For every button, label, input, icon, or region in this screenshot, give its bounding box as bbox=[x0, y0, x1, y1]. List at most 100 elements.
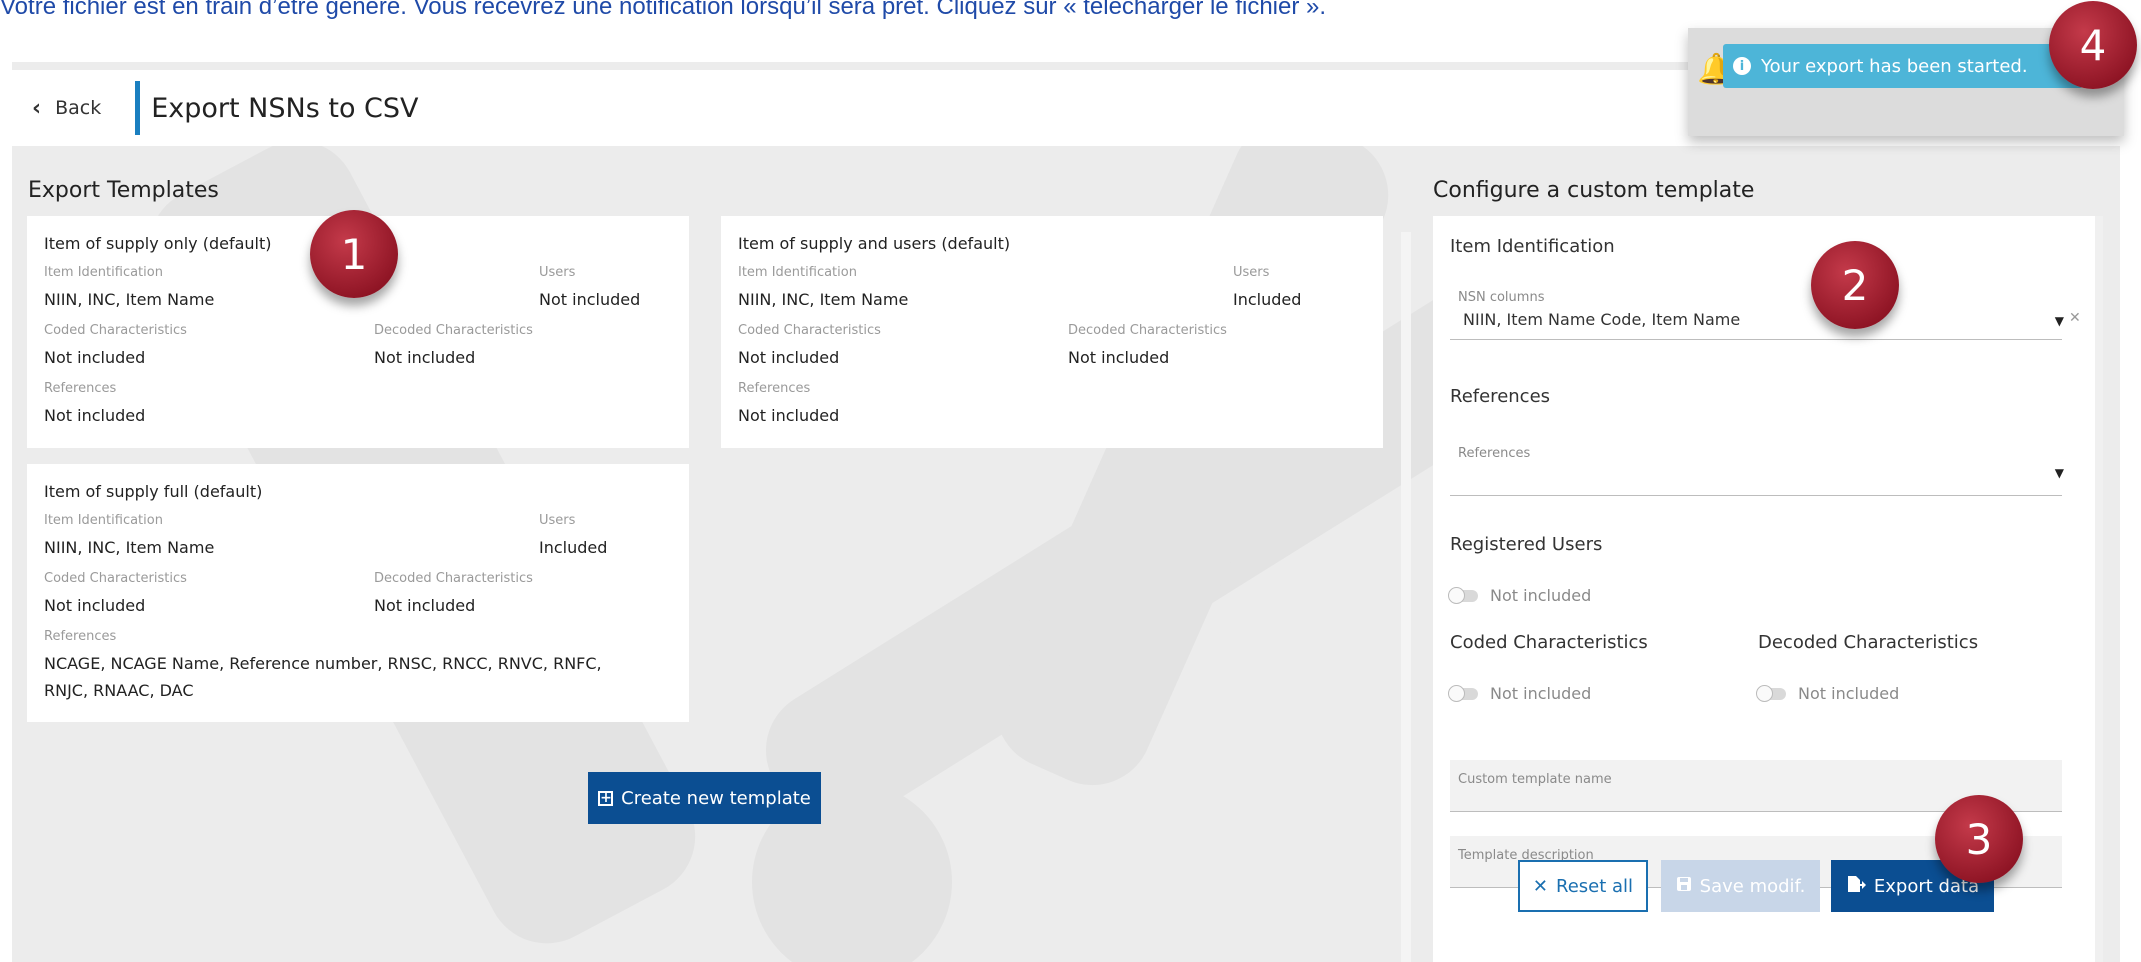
field-value: Included bbox=[1233, 290, 1302, 309]
chevron-left-icon: ‹ bbox=[32, 95, 42, 121]
caret-down-icon[interactable]: ▼ bbox=[2055, 314, 2064, 328]
template-card-title: Item of supply and users (default) bbox=[738, 234, 1011, 253]
reset-all-button[interactable]: ✕ Reset all bbox=[1518, 860, 1648, 912]
field-value: Not included bbox=[738, 406, 840, 425]
users-field: Users Included bbox=[539, 513, 607, 561]
template-card-title: Item of supply full (default) bbox=[44, 482, 263, 501]
field-label: References bbox=[738, 381, 811, 396]
toggle-label: Not included bbox=[1798, 684, 1900, 703]
coded-characteristics-toggle[interactable]: Not included bbox=[1448, 684, 1592, 703]
decoded-characteristics-toggle[interactable]: Not included bbox=[1756, 684, 1900, 703]
custom-template-title: Configure a custom template bbox=[1433, 178, 1755, 203]
field-value: NIIN, INC, Item Name bbox=[738, 290, 909, 309]
decoded-characteristics-field: Decoded Characteristics Not included bbox=[374, 323, 533, 371]
field-label: Users bbox=[539, 265, 576, 280]
create-template-label: Create new template bbox=[621, 787, 811, 809]
references-heading: References bbox=[1450, 386, 1551, 407]
field-label: Users bbox=[1233, 265, 1270, 280]
coded-characteristics-heading: Coded Characteristics bbox=[1450, 632, 1648, 653]
decoded-characteristics-field: Decoded Characteristics Not included bbox=[374, 571, 533, 619]
reset-all-label: Reset all bbox=[1556, 875, 1634, 897]
field-value: NIIN, INC, Item Name bbox=[44, 290, 215, 309]
page-title: Export NSNs to CSV bbox=[151, 92, 419, 124]
coded-characteristics-field: Coded Characteristics Not included bbox=[44, 323, 374, 371]
references-select-label: References bbox=[1458, 446, 1531, 461]
template-card[interactable]: Item of supply and users (default) Item … bbox=[721, 216, 1383, 448]
create-template-button[interactable]: + Create new template bbox=[588, 772, 821, 824]
item-identification-field: Item Identification NIIN, INC, Item Name bbox=[738, 265, 1233, 313]
field-value: Not included bbox=[44, 348, 146, 367]
nsn-columns-label: NSN columns bbox=[1458, 290, 1545, 305]
decoded-characteristics-field: Decoded Characteristics Not included bbox=[1068, 323, 1227, 371]
coded-characteristics-field: Coded Characteristics Not included bbox=[44, 571, 374, 619]
item-identification-heading: Item Identification bbox=[1450, 236, 1615, 257]
save-modif-button[interactable]: Save modif. bbox=[1661, 860, 1820, 912]
file-export-icon bbox=[1846, 875, 1866, 898]
item-identification-field: Item Identification NIIN, INC, Item Name bbox=[44, 513, 539, 561]
panel-scrollbar[interactable] bbox=[2095, 216, 2103, 962]
registered-users-toggle[interactable]: Not included bbox=[1448, 586, 1592, 605]
references-field: References Not included bbox=[44, 381, 145, 429]
callout-badge: 2 bbox=[1811, 241, 1899, 329]
coded-characteristics-field: Coded Characteristics Not included bbox=[738, 323, 1068, 371]
toggle-switch[interactable] bbox=[1448, 586, 1478, 604]
field-label: Decoded Characteristics bbox=[374, 323, 533, 338]
toggle-label: Not included bbox=[1490, 684, 1592, 703]
close-icon: ✕ bbox=[1532, 875, 1549, 897]
panel-divider bbox=[1401, 232, 1411, 962]
references-select[interactable]: References ▼ bbox=[1450, 436, 2064, 496]
nsn-columns-select[interactable]: NSN columns NIIN, Item Name Code, Item N… bbox=[1450, 284, 2064, 340]
callout-badge: 1 bbox=[310, 210, 398, 298]
callout-badge: 3 bbox=[1935, 795, 2023, 883]
field-label: References bbox=[44, 629, 117, 644]
field-label: Decoded Characteristics bbox=[374, 571, 533, 586]
field-label: Item Identification bbox=[738, 265, 857, 280]
users-field: Users Included bbox=[1233, 265, 1301, 313]
callout-badge: 4 bbox=[2049, 1, 2137, 89]
nsn-columns-value: NIIN, Item Name Code, Item Name bbox=[1463, 310, 1741, 329]
back-button[interactable]: ‹ Back bbox=[32, 96, 101, 121]
field-label: References bbox=[44, 381, 117, 396]
field-value: Not included bbox=[374, 348, 476, 367]
decoded-characteristics-heading: Decoded Characteristics bbox=[1758, 632, 1979, 653]
toggle-label: Not included bbox=[1490, 586, 1592, 605]
toggle-switch[interactable] bbox=[1756, 684, 1786, 702]
users-field: Users Not included bbox=[539, 265, 640, 313]
export-started-toast[interactable]: i Your export has been started. bbox=[1723, 44, 2083, 88]
template-name-label: Custom template name bbox=[1458, 772, 1612, 787]
caret-down-icon[interactable]: ▼ bbox=[2055, 466, 2064, 480]
save-icon bbox=[1676, 876, 1692, 897]
field-label: Coded Characteristics bbox=[738, 323, 881, 338]
field-value: NIIN, INC, Item Name bbox=[44, 538, 215, 557]
field-label: Coded Characteristics bbox=[44, 571, 187, 586]
toast-message: Your export has been started. bbox=[1761, 55, 2028, 77]
references-field: References NCAGE, NCAGE Name, Reference … bbox=[44, 629, 624, 704]
app-window: ‹ Back Export NSNs to CSV Export Templat… bbox=[12, 62, 2120, 962]
field-label: Users bbox=[539, 513, 576, 528]
clear-icon[interactable]: ✕ bbox=[2069, 310, 2081, 326]
back-label: Back bbox=[55, 97, 102, 119]
field-value: Not included bbox=[1068, 348, 1170, 367]
export-templates-title: Export Templates bbox=[28, 178, 219, 203]
field-value: Included bbox=[539, 538, 608, 557]
registered-users-heading: Registered Users bbox=[1450, 534, 1603, 555]
references-field: References Not included bbox=[738, 381, 839, 429]
toggle-switch[interactable] bbox=[1448, 684, 1478, 702]
field-label: Item Identification bbox=[44, 513, 163, 528]
field-label: Item Identification bbox=[44, 265, 163, 280]
title-accent-bar bbox=[135, 81, 141, 135]
info-icon: i bbox=[1733, 57, 1751, 75]
field-value: Not included bbox=[44, 596, 146, 615]
instruction-caption: Votre fichier est en train d’être généré… bbox=[0, 0, 1327, 20]
field-value: Not included bbox=[539, 290, 641, 309]
field-value: Not included bbox=[374, 596, 476, 615]
template-card[interactable]: Item of supply full (default) Item Ident… bbox=[27, 464, 689, 722]
field-label: Decoded Characteristics bbox=[1068, 323, 1227, 338]
save-modif-label: Save modif. bbox=[1699, 875, 1806, 897]
field-label: Coded Characteristics bbox=[44, 323, 187, 338]
item-identification-field: Item Identification NIIN, INC, Item Name bbox=[44, 265, 539, 313]
field-value: NCAGE, NCAGE Name, Reference number, RNS… bbox=[44, 654, 602, 700]
plus-square-icon: + bbox=[598, 789, 614, 806]
field-value: Not included bbox=[738, 348, 840, 367]
field-value: Not included bbox=[44, 406, 146, 425]
